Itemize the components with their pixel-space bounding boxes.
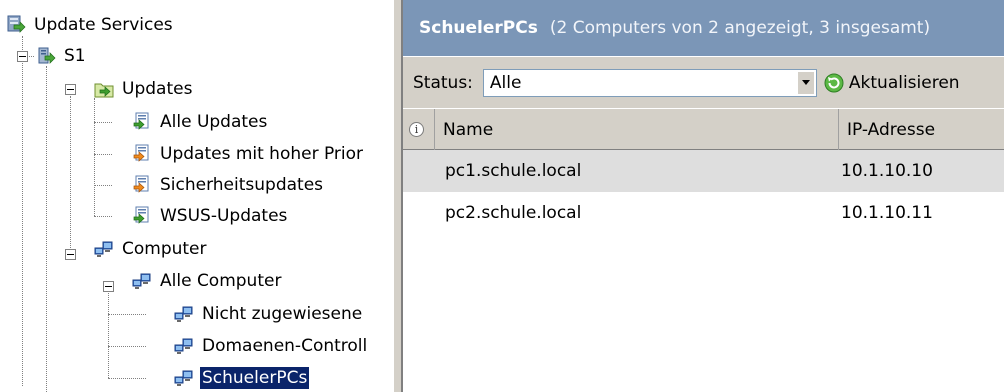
details-pane: SchuelerPCs (2 Computers von 2 angezeigt… <box>403 0 1004 392</box>
refresh-button[interactable]: Aktualisieren <box>823 72 960 94</box>
column-header-label: IP-Adresse <box>847 119 936 140</box>
tree-item-label: Sicherheitsupdates <box>160 175 324 195</box>
tree-line <box>70 96 71 254</box>
tree-line <box>46 66 47 392</box>
tree-item-critical-updates[interactable]: Updates mit hoher Prior <box>132 139 365 169</box>
tree-item-label: Updates mit hoher Prior <box>160 144 364 164</box>
tree-item-wsus-updates[interactable]: WSUS-Updates <box>132 201 289 231</box>
details-title-bar: SchuelerPCs (2 Computers von 2 angezeigt… <box>403 0 1004 56</box>
refresh-icon <box>824 73 844 92</box>
tree-line <box>94 154 112 155</box>
pane-splitter[interactable] <box>393 0 403 392</box>
updates-folder-icon <box>94 79 114 99</box>
tree-line <box>94 98 95 216</box>
update-doc-icon <box>132 144 152 164</box>
filter-toolbar: Status: Alle Aktualisieren <box>403 56 1004 108</box>
table-row[interactable]: pc1.schule.local 10.1.10.10 <box>403 150 1004 192</box>
update-doc-icon <box>132 175 152 195</box>
tree-line <box>94 216 112 217</box>
tree-item-server[interactable]: S1 <box>36 41 88 71</box>
column-header-label: Name <box>443 119 494 140</box>
table-row[interactable]: pc2.schule.local 10.1.10.11 <box>403 192 1004 234</box>
tree-line <box>22 36 23 386</box>
computer-ip: 10.1.10.11 <box>841 203 933 223</box>
tree-line <box>94 122 112 123</box>
tree-item-label: Domaenen-Controll <box>202 336 368 356</box>
computer-group-icon <box>132 271 152 291</box>
tree-item-label: Alle Computer <box>160 271 282 291</box>
tree-line <box>94 185 112 186</box>
info-icon: i <box>409 122 424 137</box>
computer-group-icon <box>174 304 194 324</box>
navigation-tree: Update Services S1 Updates Alle Updates … <box>0 0 393 392</box>
tree-item-domain-controllers[interactable]: Domaenen-Controll <box>174 331 369 361</box>
update-doc-icon <box>132 112 152 132</box>
collapse-updates-toggle[interactable] <box>65 84 76 95</box>
computer-group-icon <box>174 368 194 388</box>
tree-item-label: Update Services <box>34 15 173 35</box>
tree-line <box>108 314 146 315</box>
tree-item-label: SchuelerPCs <box>200 367 310 389</box>
collapse-all-computers-toggle[interactable] <box>103 281 114 292</box>
info-column-header[interactable]: i <box>403 109 435 150</box>
table-header: i Name IP-Adresse <box>403 108 1004 150</box>
tree-item-unassigned[interactable]: Nicht zugewiesene <box>174 299 364 329</box>
tree-line <box>108 286 109 378</box>
tree-item-all-computers[interactable]: Alle Computer <box>132 266 283 296</box>
server-icon <box>36 46 56 66</box>
collapse-server-toggle[interactable] <box>17 51 28 62</box>
tree-line <box>108 378 146 379</box>
tree-item-label: Alle Updates <box>160 112 268 132</box>
status-filter-label: Status: <box>413 72 473 93</box>
tree-line <box>108 346 146 347</box>
tree-item-label: Computer <box>122 239 207 259</box>
update-doc-icon <box>132 206 152 226</box>
computer-ip: 10.1.10.10 <box>841 161 933 181</box>
status-filter-value: Alle <box>489 72 522 93</box>
tree-item-update-services[interactable]: Update Services <box>6 10 175 40</box>
tree-item-security-updates[interactable]: Sicherheitsupdates <box>132 170 325 200</box>
computer-name: pc1.schule.local <box>445 161 582 181</box>
computer-name: pc2.schule.local <box>445 203 582 223</box>
update-services-icon <box>6 15 26 35</box>
group-title: SchuelerPCs <box>419 18 538 38</box>
tree-item-updates[interactable]: Updates <box>94 74 194 104</box>
computer-group-icon <box>94 239 114 259</box>
computer-count-text: (2 Computers von 2 angezeigt, 3 insgesam… <box>549 18 931 38</box>
status-filter-select[interactable]: Alle <box>482 68 817 97</box>
tree-item-label: Nicht zugewiesene <box>202 304 363 324</box>
dropdown-arrow-icon[interactable] <box>797 71 814 94</box>
name-column-header[interactable]: Name <box>435 109 839 150</box>
tree-item-label: Updates <box>122 79 193 99</box>
ip-column-header[interactable]: IP-Adresse <box>839 109 1004 150</box>
tree-item-schuelerpcs[interactable]: SchuelerPCs <box>174 363 310 392</box>
refresh-button-label: Aktualisieren <box>848 72 960 93</box>
collapse-computer-toggle[interactable] <box>65 249 76 260</box>
computer-list: pc1.schule.local 10.1.10.10 pc2.schule.l… <box>403 150 1004 234</box>
tree-item-label: S1 <box>64 46 86 66</box>
tree-item-computer[interactable]: Computer <box>94 234 209 264</box>
tree-item-label: WSUS-Updates <box>160 206 288 226</box>
computer-group-icon <box>174 336 194 356</box>
tree-item-all-updates[interactable]: Alle Updates <box>132 107 269 137</box>
